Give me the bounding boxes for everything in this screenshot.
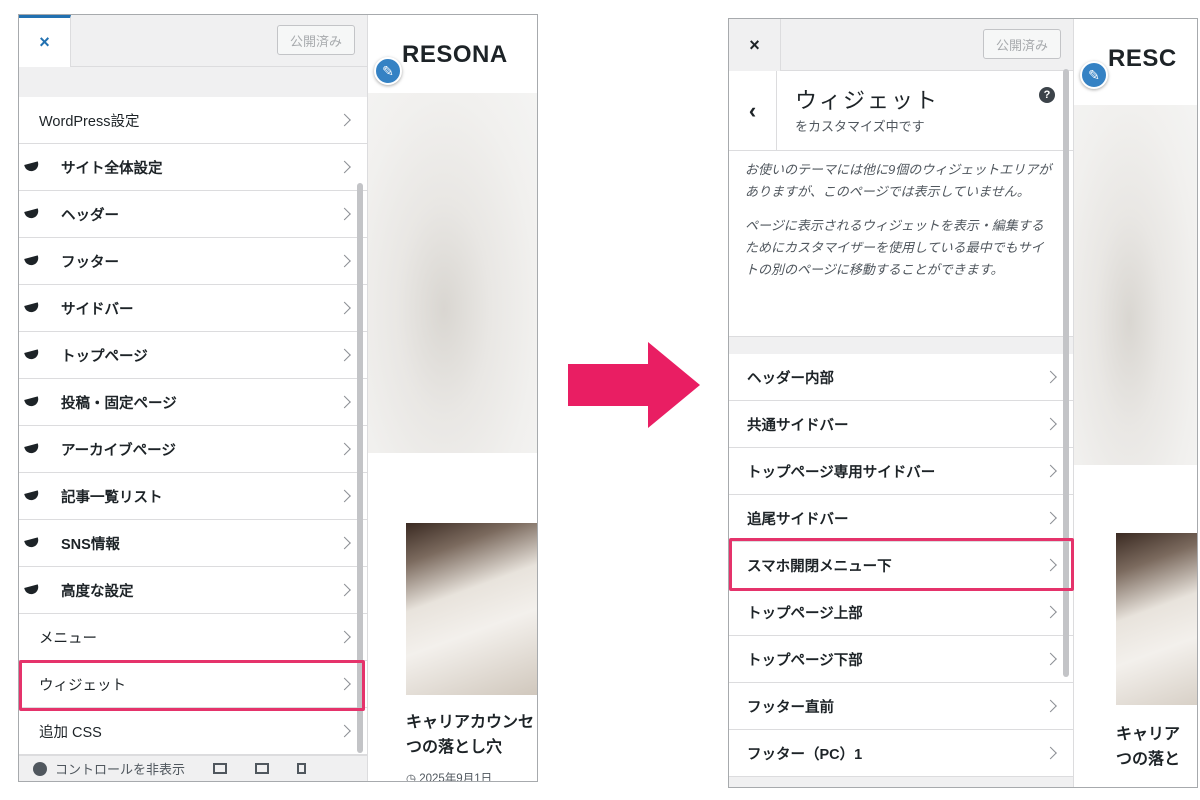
chevron-right-icon bbox=[1044, 652, 1057, 666]
menu-item-sns[interactable]: SNS情報 bbox=[19, 520, 367, 567]
desktop-preview-icon[interactable] bbox=[213, 763, 228, 774]
chevron-right-icon bbox=[338, 254, 351, 268]
menu-item-sidebar[interactable]: サイドバー bbox=[19, 285, 367, 332]
chevron-right-icon bbox=[338, 536, 351, 550]
customizer-sidebar: × 公開済み ‹ ウィジェット をカスタマイズ中です ? お使いのテーマには他に… bbox=[729, 19, 1074, 787]
bird-icon bbox=[24, 396, 40, 408]
bird-icon bbox=[24, 161, 40, 173]
close-icon[interactable]: × bbox=[19, 15, 71, 67]
post-thumbnail[interactable] bbox=[1116, 533, 1197, 705]
bird-icon bbox=[24, 490, 40, 502]
chevron-right-icon bbox=[1044, 370, 1057, 384]
widget-area-before-footer[interactable]: フッター直前 bbox=[729, 683, 1073, 730]
widget-area-footer-pc-1[interactable]: フッター（PC）1 bbox=[729, 730, 1073, 777]
site-preview: RESONA ✎ キャリアカウンセ つの落とし穴 ◷ 2025年9月1日 bbox=[368, 15, 537, 781]
back-icon[interactable]: ‹ bbox=[729, 71, 777, 151]
section-description: お使いのテーマには他に9個のウィジェットエリアがありますが、このページでは表示し… bbox=[729, 151, 1073, 337]
chevron-right-icon bbox=[1044, 464, 1057, 478]
chevron-right-icon bbox=[1044, 417, 1057, 431]
menu-item-menus[interactable]: メニュー bbox=[19, 614, 367, 661]
tablet-preview-icon[interactable] bbox=[255, 763, 270, 774]
chevron-right-icon bbox=[338, 348, 351, 362]
customizer-screenshot-after: × 公開済み ‹ ウィジェット をカスタマイズ中です ? お使いのテーマには他に… bbox=[728, 18, 1198, 788]
widget-area-top-page-upper[interactable]: トップページ上部 bbox=[729, 589, 1073, 636]
site-title[interactable]: RESONA bbox=[402, 41, 508, 69]
description-paragraph: ページに表示されるウィジェットを表示・編集するためにカスタマイザーを使用している… bbox=[745, 218, 1044, 278]
close-icon[interactable]: × bbox=[729, 19, 781, 71]
chevron-right-icon bbox=[338, 583, 351, 597]
chevron-right-icon bbox=[1044, 511, 1057, 525]
chevron-right-icon bbox=[338, 113, 351, 127]
bird-icon bbox=[24, 584, 40, 596]
menu-item-site-settings[interactable]: サイト全体設定 bbox=[19, 144, 367, 191]
collapse-icon[interactable] bbox=[33, 761, 47, 776]
chevron-right-icon bbox=[1044, 605, 1057, 619]
chevron-right-icon bbox=[338, 489, 351, 503]
chevron-right-icon bbox=[1044, 746, 1057, 760]
publish-button[interactable]: 公開済み bbox=[277, 25, 355, 55]
menu-item-footer[interactable]: フッター bbox=[19, 238, 367, 285]
widget-area-sticky-sidebar[interactable]: 追尾サイドバー bbox=[729, 495, 1073, 542]
bird-icon bbox=[24, 537, 40, 549]
hide-controls-label[interactable]: コントロールを非表示 bbox=[55, 759, 185, 778]
section-header: ‹ ウィジェット をカスタマイズ中です ? bbox=[729, 71, 1073, 151]
menu-item-post-list[interactable]: 記事一覧リスト bbox=[19, 473, 367, 520]
widget-area-top-sidebar[interactable]: トップページ専用サイドバー bbox=[729, 448, 1073, 495]
chevron-right-icon bbox=[338, 395, 351, 409]
site-title[interactable]: RESC bbox=[1108, 45, 1177, 73]
chevron-right-icon bbox=[1044, 699, 1057, 713]
customizer-header: × 公開済み bbox=[19, 15, 367, 67]
bird-icon bbox=[24, 349, 40, 361]
menu-item-posts-pages[interactable]: 投稿・固定ページ bbox=[19, 379, 367, 426]
menu-item-advanced[interactable]: 高度な設定 bbox=[19, 567, 367, 614]
pencil-icon[interactable]: ✎ bbox=[1080, 61, 1108, 89]
customizer-header: × 公開済み bbox=[729, 19, 1073, 71]
post-date: ◷ 2025年9月1日 bbox=[406, 773, 493, 781]
post-title[interactable]: キャリア つの落と bbox=[1116, 723, 1180, 773]
help-icon[interactable]: ? bbox=[1039, 87, 1055, 103]
description-paragraph: お使いのテーマには他に9個のウィジェットエリアがありますが、このページでは表示し… bbox=[745, 162, 1052, 200]
menu-item-header[interactable]: ヘッダー bbox=[19, 191, 367, 238]
customizer-screenshot-before: × 公開済み WordPress設定 サイト全体設定 ヘッダー フッター サイド… bbox=[18, 14, 538, 782]
customizer-footer: コントロールを非表示 bbox=[19, 755, 367, 781]
widget-area-header-inner[interactable]: ヘッダー内部 bbox=[729, 354, 1073, 401]
widget-area-top-page-lower[interactable]: トップページ下部 bbox=[729, 636, 1073, 683]
mobile-preview-icon[interactable] bbox=[297, 763, 307, 774]
post-thumbnail[interactable] bbox=[406, 523, 537, 695]
site-preview: RESC ✎ キャリア つの落と bbox=[1074, 19, 1197, 787]
menu-item-archive-page[interactable]: アーカイブページ bbox=[19, 426, 367, 473]
chevron-right-icon bbox=[338, 442, 351, 456]
post-title[interactable]: キャリアカウンセ つの落とし穴 bbox=[406, 711, 534, 761]
chevron-right-icon bbox=[338, 724, 351, 738]
bird-icon bbox=[24, 255, 40, 267]
menu-item-wordpress-settings[interactable]: WordPress設定 bbox=[19, 97, 367, 144]
highlight-sp-menu-bottom bbox=[729, 538, 1074, 591]
hero-image bbox=[368, 93, 537, 453]
bird-icon bbox=[24, 443, 40, 455]
section-subtitle: をカスタマイズ中です bbox=[795, 119, 925, 134]
chevron-right-icon bbox=[338, 160, 351, 174]
section-title: ウィジェット bbox=[795, 88, 940, 113]
menu-item-additional-css[interactable]: 追加 CSS bbox=[19, 708, 367, 755]
highlight-widgets bbox=[19, 660, 365, 711]
menu-item-top-page[interactable]: トップページ bbox=[19, 332, 367, 379]
bird-icon bbox=[24, 208, 40, 220]
bird-icon bbox=[24, 302, 40, 314]
publish-button[interactable]: 公開済み bbox=[983, 29, 1061, 59]
widget-area-common-sidebar[interactable]: 共通サイドバー bbox=[729, 401, 1073, 448]
chevron-right-icon bbox=[338, 207, 351, 221]
chevron-right-icon bbox=[338, 630, 351, 644]
hero-image bbox=[1074, 105, 1197, 465]
arrow-right-icon bbox=[568, 342, 700, 428]
pencil-icon[interactable]: ✎ bbox=[374, 57, 402, 85]
chevron-right-icon bbox=[338, 301, 351, 315]
